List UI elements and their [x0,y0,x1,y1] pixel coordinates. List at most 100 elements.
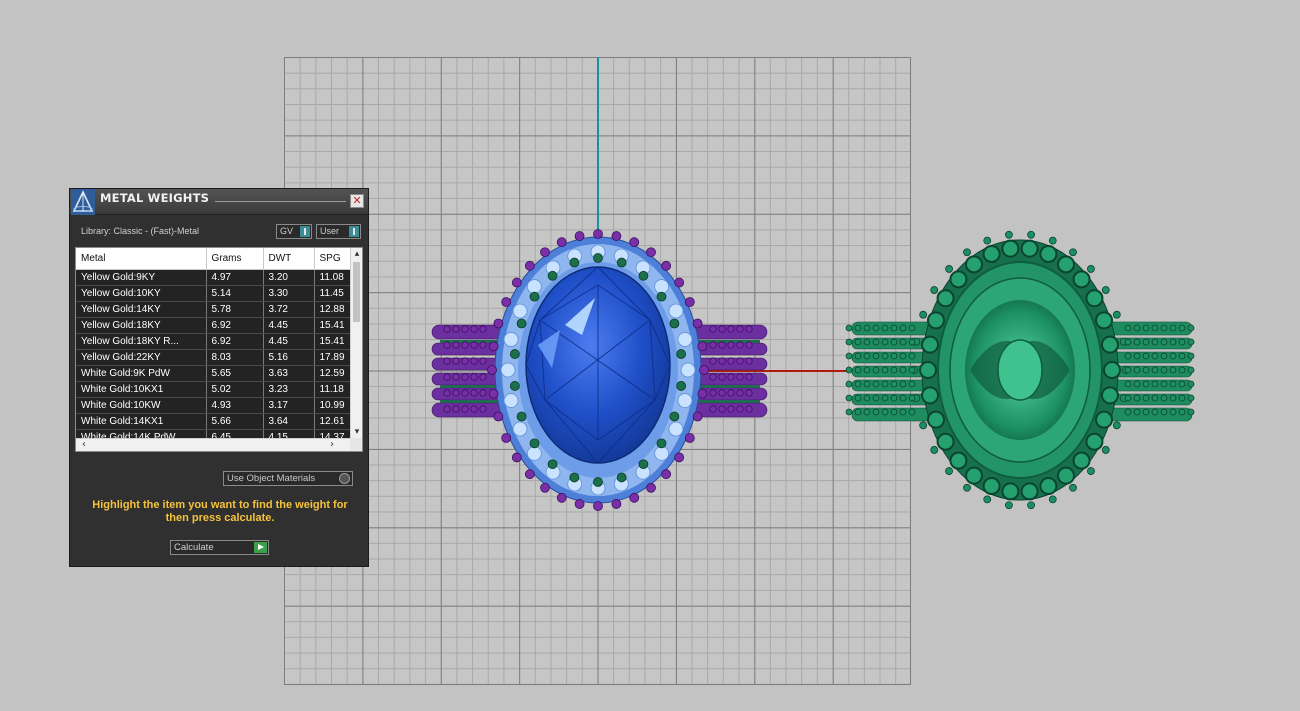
shank-bead [1187,394,1195,402]
cell-spg: 15.41 [314,333,353,350]
table-row[interactable]: Yellow Gold:9KY 4.97 3.20 11.08 [76,269,353,286]
x-axis-line [598,370,868,372]
green-bezel [1072,270,1091,289]
column-header-metal[interactable]: Metal [76,248,207,270]
cell-metal: Yellow Gold:22KY [76,349,207,366]
calculate-button[interactable]: Calculate [170,540,269,555]
title-divider [215,201,346,202]
green-bead [1005,230,1013,239]
horizontal-scrollbar[interactable]: ‹ › [76,438,352,451]
shank-bead [1160,338,1168,346]
shank-bead [1169,380,1177,388]
shank-bead [1178,408,1186,416]
gv-toggle-button[interactable]: GV [276,224,312,239]
cell-grams: 5.02 [206,381,264,398]
green-bead [930,446,939,454]
table-row[interactable]: Yellow Gold:18KY 6.92 4.45 15.41 [76,317,353,334]
shank-bead [1142,338,1150,346]
cell-grams: 4.97 [206,269,264,286]
shank-bead [1160,380,1168,388]
metal-table[interactable]: Metal Grams DWT SPG Yellow Gold:9KY 4.97 3… [75,247,363,452]
shank-bead [1178,324,1186,332]
column-header-grams[interactable]: Grams [206,248,264,270]
scroll-up-icon[interactable]: ▴ [351,248,363,260]
cell-spg: 12.88 [314,301,353,318]
green-bezel [949,451,968,470]
shank-bead [1160,408,1168,416]
use-object-materials-option[interactable]: Use Object Materials [223,471,353,486]
green-bezel [982,477,1001,496]
user-toggle-button[interactable]: User [316,224,361,239]
y-axis-line [597,57,599,297]
cell-spg: 12.59 [314,365,353,382]
shank-bead [1133,338,1141,346]
green-bezel [1057,255,1075,274]
green-bead [1069,483,1077,492]
cell-dwt: 3.72 [263,301,315,318]
table-row[interactable]: White Gold:9K PdW 5.65 3.63 12.59 [76,365,353,382]
green-bead [1069,248,1077,257]
green-bezel [1100,386,1119,405]
table-row[interactable]: Yellow Gold:10KY 5.14 3.30 11.45 [76,285,353,302]
cell-metal: Yellow Gold:9KY [76,269,207,286]
table-row[interactable]: White Gold:10KX1 5.02 3.23 11.18 [76,381,353,398]
shank-bead [1124,338,1132,346]
metal-weights-panel[interactable]: METAL WEIGHTS ✕ Library: Classic - (Fast… [69,188,369,567]
shank-bead [1142,324,1150,332]
green-bead [945,467,953,475]
shank-bead [1178,394,1186,402]
scroll-right-icon[interactable]: › [326,439,338,451]
play-icon[interactable] [254,542,267,553]
green-bead [1027,501,1035,510]
cell-grams: 5.14 [206,285,264,302]
cell-spg: 11.18 [314,381,353,398]
matrix-logo-icon [71,189,95,215]
toggle-icon [349,226,359,237]
column-header-dwt[interactable]: DWT [263,248,315,270]
scroll-down-icon[interactable]: ▾ [351,426,363,438]
green-bead [919,310,928,319]
table-row[interactable]: Yellow Gold:22KY 8.03 5.16 17.89 [76,349,353,366]
shank-bead [1133,352,1141,360]
green-bezel [926,311,945,330]
green-bezel [965,255,983,274]
shank-bead [1178,352,1186,360]
cell-dwt: 3.63 [263,365,315,382]
table-row[interactable]: White Gold:10KW 4.93 3.17 10.99 [76,397,353,414]
green-bead [930,286,939,294]
table-row[interactable]: Yellow Gold:18KY R... 6.92 4.45 15.41 [76,333,353,350]
shank-bead [1160,366,1168,374]
green-bead [963,483,971,492]
shank-bead [1151,380,1159,388]
radio-icon[interactable] [339,473,350,484]
shank-bead [1142,352,1150,360]
library-label: Library: Classic - (Fast)-Metal [81,226,200,236]
close-icon[interactable]: ✕ [350,194,364,208]
cell-metal: Yellow Gold:14KY [76,301,207,318]
panel-title-bar[interactable]: METAL WEIGHTS ✕ [70,189,368,215]
cell-dwt: 3.30 [263,285,315,302]
green-bezel [1020,239,1039,258]
cell-grams: 5.78 [206,301,264,318]
cell-metal: White Gold:14KX1 [76,413,207,430]
cell-grams: 5.65 [206,365,264,382]
table-row[interactable]: Yellow Gold:14KY 5.78 3.72 12.88 [76,301,353,318]
green-bead [945,265,953,273]
vertical-scrollbar[interactable]: ▴ ▾ [350,248,362,438]
shank-bead [1187,352,1195,360]
scroll-left-icon[interactable]: ‹ [78,439,90,451]
toggle-icon [300,226,310,237]
shank-bead [1169,366,1177,374]
table-row[interactable]: White Gold:14KX1 5.66 3.64 12.61 [76,413,353,430]
green-bead [1087,467,1095,475]
green-bezel [965,466,983,485]
shank-bead [1187,366,1195,374]
cell-dwt: 3.23 [263,381,315,398]
shank-bead [1160,394,1168,402]
shank-bead [1124,352,1132,360]
green-bezel [1072,451,1091,470]
shank-bead [1187,408,1195,416]
column-header-spg[interactable]: SPG [314,248,353,270]
scroll-thumb[interactable] [353,262,360,322]
cell-dwt: 3.20 [263,269,315,286]
